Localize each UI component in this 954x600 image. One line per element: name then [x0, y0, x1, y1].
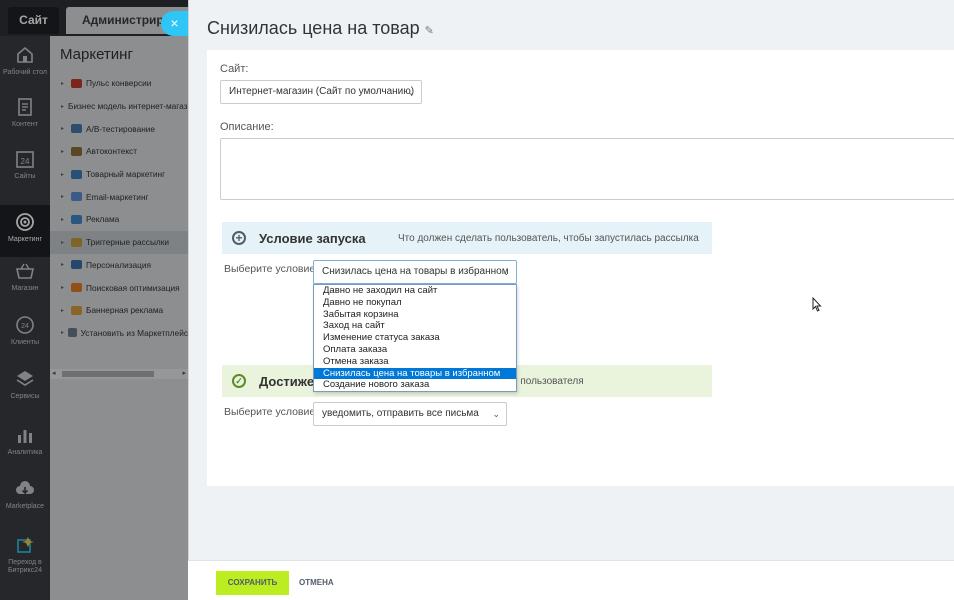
- save-button[interactable]: СОХРАНИТЬ: [216, 571, 289, 595]
- chevron-down-icon: ⌄: [407, 87, 415, 97]
- site-select[interactable]: Интернет-магазин (Сайт по умолчанию) ⌄: [220, 80, 422, 104]
- form-card: Сайт: Интернет-магазин (Сайт по умолчани…: [207, 50, 954, 486]
- edit-pencil-icon[interactable]: ✎: [425, 25, 434, 37]
- site-select-value: Интернет-магазин (Сайт по умолчанию): [229, 86, 415, 97]
- page-title: Снизилась цена на товар ✎: [207, 18, 434, 39]
- dropdown-option[interactable]: Снизилась цена на товары в избранном: [314, 367, 516, 380]
- plus-circle-icon: +: [232, 231, 246, 245]
- description-textarea[interactable]: [220, 138, 954, 200]
- page-title-text: Снизилась цена на товар: [207, 18, 420, 38]
- mouse-cursor-icon: [812, 297, 822, 312]
- close-slider-button[interactable]: ×: [161, 11, 188, 36]
- dropdown-option[interactable]: Забытая корзина: [314, 309, 516, 321]
- goal-choose-label: Выберите условие: [224, 406, 316, 418]
- menu-dim-overlay: [0, 0, 188, 600]
- dropdown-option[interactable]: Давно не покупал: [314, 297, 516, 309]
- close-icon: ×: [170, 15, 179, 31]
- chevron-down-icon: ⌄: [502, 267, 510, 277]
- site-label: Сайт:: [220, 63, 249, 75]
- dropdown-option[interactable]: Изменение статуса заказа: [314, 332, 516, 344]
- dropdown-option[interactable]: Отмена заказа: [314, 356, 516, 368]
- condition-select-value: Снизилась цена на товары в избранном: [322, 266, 509, 277]
- description-label: Описание:: [220, 121, 274, 133]
- chevron-down-icon: ⌄: [492, 409, 500, 419]
- launch-condition-hint: Что должен сделать пользователь, чтобы з…: [398, 233, 699, 244]
- launch-condition-header: + Условие запуска Что должен сделать пол…: [222, 222, 712, 254]
- goal-select-value: уведомить, отправить все письма: [322, 408, 479, 419]
- dropdown-option[interactable]: Создание нового заказа: [314, 379, 516, 391]
- goal-title: Достиже: [259, 374, 315, 389]
- launch-condition-title: Условие запуска: [259, 231, 366, 246]
- condition-select[interactable]: Снизилась цена на товары в избранном ⌄: [313, 260, 517, 284]
- footer-bar: СОХРАНИТЬ ОТМЕНА: [188, 560, 954, 600]
- condition-dropdown-list: Давно не заходил на сайт Давно не покупал…: [313, 284, 517, 392]
- dropdown-option[interactable]: Оплата заказа: [314, 344, 516, 356]
- dropdown-option[interactable]: Давно не заходил на сайт: [314, 285, 516, 297]
- goal-select[interactable]: уведомить, отправить все письма ⌄: [313, 402, 507, 426]
- dropdown-option[interactable]: Заход на сайт: [314, 320, 516, 332]
- slider-panel: Снизилась цена на товар ✎ Сайт: Интернет-…: [188, 0, 954, 600]
- check-circle-icon: ✓: [232, 374, 246, 388]
- cancel-button[interactable]: ОТМЕНА: [299, 571, 334, 595]
- condition-choose-label: Выберите условие: [224, 263, 316, 275]
